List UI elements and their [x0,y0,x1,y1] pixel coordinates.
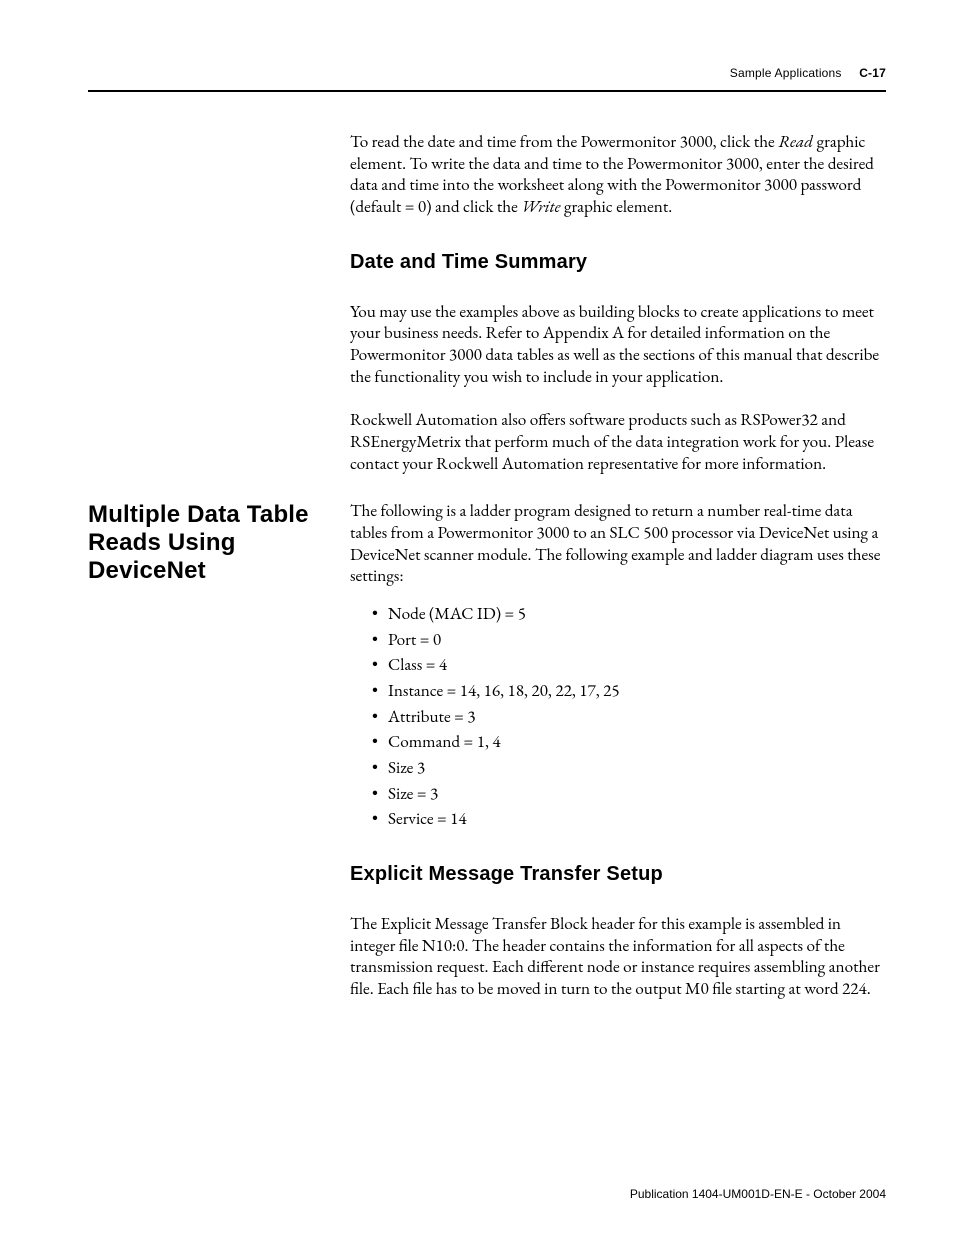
footer-publication: Publication 1404-UM001D-EN-E - October 2… [630,1187,886,1201]
block-multiple-reads: Multiple Data Table Reads Using DeviceNe… [88,501,886,1022]
write-italic: Write [521,196,560,218]
header-rule [88,90,886,92]
list-item: Size 3 [372,758,886,780]
page-number: C-17 [859,66,886,80]
list-item: Size = 3 [372,784,886,806]
block-intro: To read the date and time from the Power… [88,132,886,497]
list-item: Node (MAC ID) = 5 [372,604,886,626]
list-item: Port = 0 [372,630,886,652]
running-title: Sample Applications [730,66,842,80]
list-item: Class = 4 [372,655,886,677]
running-header: Sample Applications C-17 [88,66,886,80]
intro-suffix: graphic element. [561,196,673,218]
heading-date-time-summary: Date and Time Summary [350,251,886,274]
es-paragraph-1: The Explicit Message Transfer Block head… [350,914,886,1001]
dts-paragraph-1: You may use the examples above as buildi… [350,302,886,389]
list-item: Instance = 14, 16, 18, 20, 22, 17, 25 [372,681,886,703]
page: Sample Applications C-17 To read the dat… [0,0,954,1235]
dts-paragraph-2: Rockwell Automation also offers software… [350,410,886,475]
side-heading-multiple-reads: Multiple Data Table Reads Using DeviceNe… [88,501,350,584]
heading-explicit-setup: Explicit Message Transfer Setup [350,863,886,886]
intro-prefix: To read the date and time from the Power… [350,131,778,153]
list-item: Service = 14 [372,809,886,831]
mr-paragraph-1: The following is a ladder program design… [350,501,886,588]
mr-bullet-list: Node (MAC ID) = 5 Port = 0 Class = 4 Ins… [350,604,886,831]
list-item: Attribute = 3 [372,707,886,729]
intro-paragraph: To read the date and time from the Power… [350,132,886,219]
read-italic: Read [778,131,813,153]
list-item: Command = 1, 4 [372,732,886,754]
